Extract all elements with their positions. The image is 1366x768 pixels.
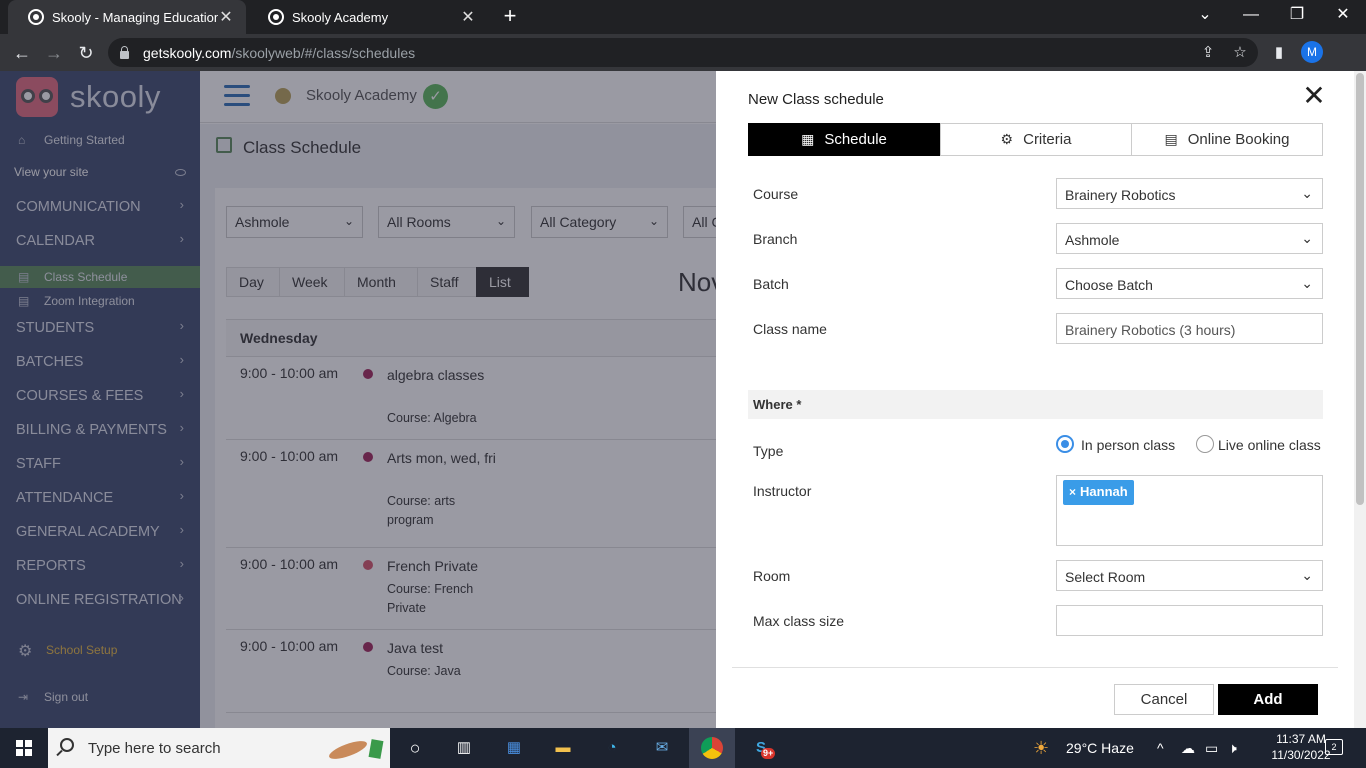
max-class-size-label: Max class size [753, 613, 845, 629]
where-section-header: Where * [748, 390, 1323, 419]
file-explorer-icon[interactable]: ▬ [549, 734, 577, 762]
tab-title: Skooly Academy [292, 9, 389, 25]
chevron-down-icon: ⌄ [1301, 185, 1313, 201]
tab-schedule[interactable]: ▦ Schedule [748, 123, 940, 156]
remove-chip-icon[interactable]: × [1069, 485, 1076, 499]
url-path: /skoolyweb/#/class/schedules [231, 44, 416, 61]
in-person-label[interactable]: In person class [1081, 437, 1175, 453]
lock-icon [120, 45, 129, 59]
scrollbar-thumb[interactable] [1356, 73, 1364, 505]
gear-icon: ⚙ [1000, 131, 1014, 147]
document-icon: ▤ [1164, 131, 1178, 147]
microsoft-store-icon[interactable]: ▦ [500, 734, 528, 762]
live-online-radio[interactable] [1196, 435, 1214, 453]
chevron-down-icon: ⌄ [1301, 230, 1313, 246]
chevron-down-icon: ⌄ [1301, 275, 1313, 291]
notification-center-icon[interactable]: 2 [1325, 739, 1343, 755]
calendar-icon: ▦ [801, 131, 815, 147]
skype-icon[interactable]: S 9+ [747, 734, 776, 762]
add-button[interactable]: Add [1218, 684, 1318, 715]
tab-search-chevron-icon[interactable]: ⌄ [1182, 0, 1228, 30]
url-field[interactable]: getskooly.com/skoolyweb/#/class/schedule… [108, 38, 1258, 67]
tab-online-booking[interactable]: ▤ Online Booking [1131, 123, 1323, 156]
class-name-label: Class name [753, 321, 827, 337]
new-tab-button[interactable]: + [498, 4, 522, 28]
share-icon[interactable]: ⇪ [1196, 41, 1220, 65]
back-arrow-icon[interactable]: ← [9, 40, 35, 66]
batch-label: Batch [753, 276, 789, 292]
battery-icon[interactable]: ▭ [1205, 728, 1218, 768]
onedrive-icon[interactable]: ☁ [1181, 728, 1195, 768]
skooly-favicon-icon [28, 9, 44, 25]
skooly-favicon-icon [268, 9, 284, 25]
batch-select[interactable]: Choose Batch ⌄ [1056, 268, 1323, 299]
bookmark-star-icon[interactable]: ☆ [1228, 41, 1252, 65]
close-tab-icon[interactable]: ✕ [218, 7, 234, 27]
room-label: Room [753, 568, 791, 584]
profile-avatar[interactable]: M [1301, 41, 1323, 63]
instructor-multiselect[interactable]: × Hannah [1056, 475, 1323, 546]
class-name-input[interactable]: Brainery Robotics (3 hours) [1056, 313, 1323, 344]
live-online-label[interactable]: Live online class [1218, 437, 1321, 453]
in-person-radio[interactable] [1056, 435, 1074, 453]
cancel-button[interactable]: Cancel [1114, 684, 1214, 715]
page-scrollbar[interactable] [1354, 71, 1366, 728]
modal-backdrop[interactable] [0, 71, 716, 728]
browser-address-bar: ← → ↻ getskooly.com/skoolyweb/#/class/sc… [0, 34, 1366, 71]
windows-start-icon[interactable] [16, 740, 32, 756]
new-class-schedule-dialog: New Class schedule ✕ ▦ Schedule ⚙ Criteria… [716, 71, 1366, 728]
instructor-chip: × Hannah [1063, 480, 1134, 505]
instructor-label: Instructor [753, 483, 812, 499]
close-tab-icon[interactable]: ✕ [460, 7, 476, 27]
reload-icon[interactable]: ↻ [73, 40, 99, 66]
course-label: Course [753, 186, 799, 202]
side-panel-icon[interactable]: ▮ [1267, 41, 1291, 65]
app-area: skooly ⌂ Getting Started View your site … [0, 71, 1366, 728]
close-icon[interactable]: ✕ [1302, 82, 1326, 110]
dialog-footer-divider [732, 667, 1338, 668]
dialog-title: New Class schedule [748, 91, 884, 108]
course-select[interactable]: Brainery Robotics ⌄ [1056, 178, 1323, 209]
restore-window-button[interactable]: ❐ [1274, 0, 1320, 30]
close-window-button[interactable]: ✕ [1320, 0, 1366, 30]
chrome-taskbar-icon[interactable] [689, 728, 735, 768]
windows-taskbar: Type here to search ○ ▥ ▦ ▬ ◔ ✉ S 9+ ☀ 29… [0, 728, 1366, 768]
chevron-down-icon: ⌄ [1301, 567, 1313, 583]
tab-title: Skooly - Managing Educational Institutio… [52, 9, 218, 25]
weather-icon[interactable]: ☀ [1033, 728, 1049, 768]
search-icon [60, 738, 74, 752]
minimize-window-button[interactable]: — [1228, 0, 1274, 30]
branch-select[interactable]: Ashmole ⌄ [1056, 223, 1323, 254]
max-class-size-input[interactable] [1056, 605, 1323, 636]
search-highlight-illustration-icon [329, 739, 384, 759]
search-placeholder: Type here to search [88, 739, 221, 757]
browser-tab-skooly-managing[interactable]: Skooly - Managing Educational Institutio… [8, 0, 246, 34]
branch-label: Branch [753, 231, 798, 247]
browser-tab-bar: Skooly - Managing Educational Institutio… [0, 0, 1366, 34]
cortana-icon[interactable]: ○ [401, 734, 429, 762]
browser-tab-skooly-academy[interactable]: Skooly Academy ✕ [248, 0, 488, 34]
room-select[interactable]: Select Room ⌄ [1056, 560, 1323, 591]
url-host: getskooly.com [143, 44, 232, 61]
type-label: Type [753, 443, 784, 459]
edge-browser-icon[interactable]: ◔ [598, 734, 626, 762]
taskbar-search-field[interactable]: Type here to search [48, 728, 390, 768]
skype-badge: 9+ [761, 748, 776, 759]
volume-icon[interactable]: 🕨 [1228, 728, 1237, 768]
weather-text[interactable]: 29°C Haze [1066, 728, 1134, 768]
show-hidden-icons-icon[interactable]: ^ [1157, 728, 1164, 768]
task-view-icon[interactable]: ▥ [450, 734, 478, 762]
mail-icon[interactable]: ✉ [648, 734, 676, 762]
tab-criteria[interactable]: ⚙ Criteria [940, 123, 1132, 156]
forward-arrow-icon[interactable]: → [41, 40, 67, 66]
